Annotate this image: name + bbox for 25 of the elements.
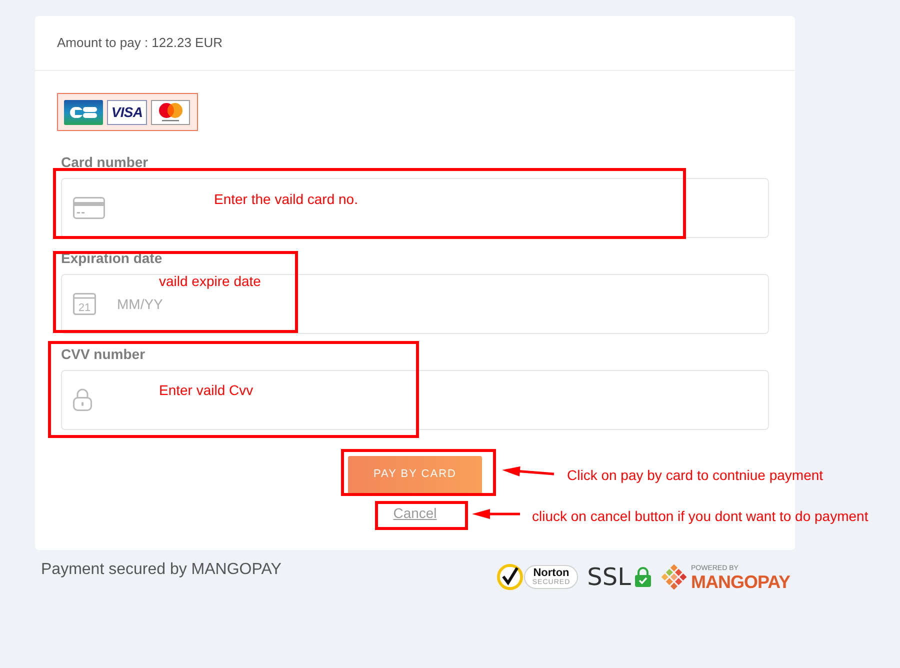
annotation-note: Click on pay by card to contniue payment [567,466,824,484]
amount-text: Amount to pay : 122.23 EUR [57,34,222,52]
badge-title: Norton [533,568,570,578]
card-logo-icon [64,100,103,124]
padlock-icon [73,388,92,411]
logo-wordmark: MANGOPAY [690,572,790,590]
annotation-note: vaild expire date [159,272,261,290]
credit-card-icon [73,196,105,218]
footer-text: Payment secured by MANGOPAY [41,560,282,580]
annotation-note: cliuck on cancel button if you dont want to do payment [532,507,868,525]
input-field[interactable] [61,370,769,430]
field-label: Card number [61,152,148,172]
calendar-icon: 21 [73,292,96,314]
field-label: CVV number [61,344,146,364]
annotation-arrow [470,508,521,520]
card-logo-icon [151,100,190,124]
card-brand-logo: VISA [107,100,147,124]
ssl-label: SSL [587,564,631,590]
diamond-pattern-icon [660,564,687,590]
annotation-note: Enter vaild Cvv [159,381,254,399]
annotation-note: Enter the vaild card no. [214,190,358,208]
cancel-link[interactable]: Cancel [393,504,437,520]
padlock-check-icon [634,567,651,587]
pay-button[interactable]: PAY BY CARD [348,456,482,494]
field-label: Expiration date [61,248,162,268]
